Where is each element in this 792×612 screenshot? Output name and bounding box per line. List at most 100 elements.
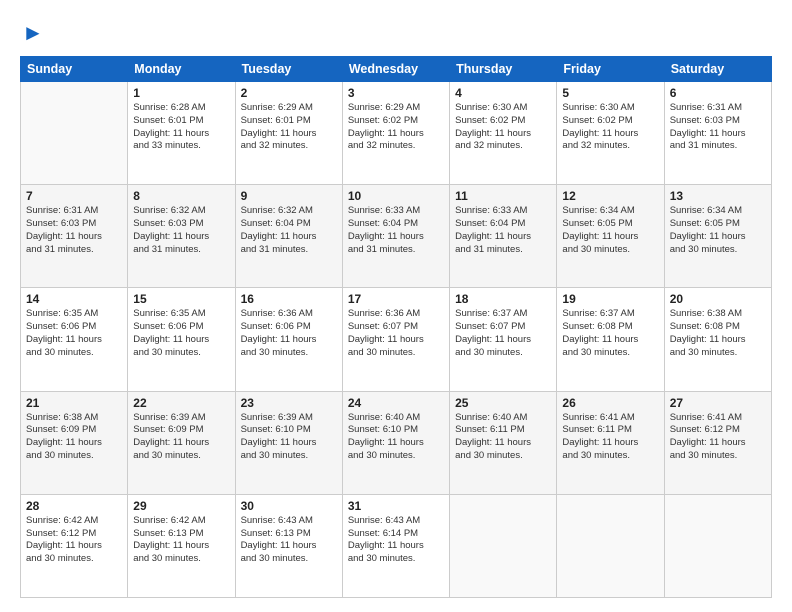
- calendar-table: SundayMondayTuesdayWednesdayThursdayFrid…: [20, 56, 772, 598]
- day-number: 22: [133, 396, 229, 410]
- day-info: Sunrise: 6:30 AMSunset: 6:02 PMDaylight:…: [455, 102, 551, 153]
- day-info: Sunrise: 6:33 AMSunset: 6:04 PMDaylight:…: [348, 205, 444, 256]
- day-info: Sunrise: 6:31 AMSunset: 6:03 PMDaylight:…: [26, 205, 122, 256]
- calendar-cell: 10 Sunrise: 6:33 AMSunset: 6:04 PMDayligh…: [342, 185, 449, 288]
- calendar-week-row: 1 Sunrise: 6:28 AMSunset: 6:01 PMDaylight…: [21, 82, 772, 185]
- day-number: 29: [133, 499, 229, 513]
- calendar-week-row: 28 Sunrise: 6:42 AMSunset: 6:12 PMDayligh…: [21, 494, 772, 597]
- day-info: Sunrise: 6:32 AMSunset: 6:04 PMDaylight:…: [241, 205, 337, 256]
- day-number: 10: [348, 189, 444, 203]
- day-number: 28: [26, 499, 122, 513]
- calendar-cell: 21 Sunrise: 6:38 AMSunset: 6:09 PMDayligh…: [21, 391, 128, 494]
- day-header-monday: Monday: [128, 57, 235, 82]
- day-info: Sunrise: 6:38 AMSunset: 6:09 PMDaylight:…: [26, 412, 122, 463]
- day-header-sunday: Sunday: [21, 57, 128, 82]
- day-number: 17: [348, 292, 444, 306]
- day-info: Sunrise: 6:41 AMSunset: 6:11 PMDaylight:…: [562, 412, 658, 463]
- calendar-cell: [557, 494, 664, 597]
- day-number: 27: [670, 396, 766, 410]
- day-number: 8: [133, 189, 229, 203]
- day-number: 6: [670, 86, 766, 100]
- day-number: 18: [455, 292, 551, 306]
- day-number: 5: [562, 86, 658, 100]
- day-info: Sunrise: 6:35 AMSunset: 6:06 PMDaylight:…: [26, 308, 122, 359]
- calendar-cell: [664, 494, 771, 597]
- calendar-cell: 5 Sunrise: 6:30 AMSunset: 6:02 PMDaylight…: [557, 82, 664, 185]
- calendar-cell: 22 Sunrise: 6:39 AMSunset: 6:09 PMDayligh…: [128, 391, 235, 494]
- calendar-cell: 13 Sunrise: 6:34 AMSunset: 6:05 PMDayligh…: [664, 185, 771, 288]
- day-info: Sunrise: 6:32 AMSunset: 6:03 PMDaylight:…: [133, 205, 229, 256]
- calendar-cell: 31Sunrise: 6:43 AMSunset: 6:14 PMDayligh…: [342, 494, 449, 597]
- day-info: Sunrise: 6:42 AMSunset: 6:12 PMDaylight:…: [26, 515, 122, 566]
- day-header-wednesday: Wednesday: [342, 57, 449, 82]
- day-info: Sunrise: 6:29 AMSunset: 6:01 PMDaylight:…: [241, 102, 337, 153]
- day-number: 1: [133, 86, 229, 100]
- header: ►: [20, 18, 772, 46]
- day-number: 11: [455, 189, 551, 203]
- calendar-cell: 15Sunrise: 6:35 AMSunset: 6:06 PMDayligh…: [128, 288, 235, 391]
- day-info: Sunrise: 6:40 AMSunset: 6:11 PMDaylight:…: [455, 412, 551, 463]
- page: ► SundayMondayTuesdayWednesdayThursdayFr…: [0, 0, 792, 612]
- calendar-cell: 4 Sunrise: 6:30 AMSunset: 6:02 PMDaylight…: [450, 82, 557, 185]
- day-info: Sunrise: 6:36 AMSunset: 6:07 PMDaylight:…: [348, 308, 444, 359]
- day-number: 15: [133, 292, 229, 306]
- day-number: 19: [562, 292, 658, 306]
- day-info: Sunrise: 6:37 AMSunset: 6:08 PMDaylight:…: [562, 308, 658, 359]
- day-info: Sunrise: 6:34 AMSunset: 6:05 PMDaylight:…: [670, 205, 766, 256]
- calendar-cell: 18Sunrise: 6:37 AMSunset: 6:07 PMDayligh…: [450, 288, 557, 391]
- calendar-cell: 14 Sunrise: 6:35 AMSunset: 6:06 PMDayligh…: [21, 288, 128, 391]
- day-number: 23: [241, 396, 337, 410]
- day-number: 7: [26, 189, 122, 203]
- day-header-saturday: Saturday: [664, 57, 771, 82]
- calendar-cell: 27 Sunrise: 6:41 AMSunset: 6:12 PMDayligh…: [664, 391, 771, 494]
- calendar-cell: 26 Sunrise: 6:41 AMSunset: 6:11 PMDayligh…: [557, 391, 664, 494]
- day-number: 26: [562, 396, 658, 410]
- calendar-cell: 16Sunrise: 6:36 AMSunset: 6:06 PMDayligh…: [235, 288, 342, 391]
- day-header-thursday: Thursday: [450, 57, 557, 82]
- day-info: Sunrise: 6:28 AMSunset: 6:01 PMDaylight:…: [133, 102, 229, 153]
- calendar-week-row: 7 Sunrise: 6:31 AMSunset: 6:03 PMDaylight…: [21, 185, 772, 288]
- day-info: Sunrise: 6:43 AMSunset: 6:14 PMDaylight:…: [348, 515, 444, 566]
- calendar-cell: 12 Sunrise: 6:34 AMSunset: 6:05 PMDayligh…: [557, 185, 664, 288]
- day-header-friday: Friday: [557, 57, 664, 82]
- day-number: 13: [670, 189, 766, 203]
- day-info: Sunrise: 6:43 AMSunset: 6:13 PMDaylight:…: [241, 515, 337, 566]
- day-info: Sunrise: 6:40 AMSunset: 6:10 PMDaylight:…: [348, 412, 444, 463]
- day-info: Sunrise: 6:30 AMSunset: 6:02 PMDaylight:…: [562, 102, 658, 153]
- day-header-tuesday: Tuesday: [235, 57, 342, 82]
- calendar-cell: 9 Sunrise: 6:32 AMSunset: 6:04 PMDaylight…: [235, 185, 342, 288]
- day-info: Sunrise: 6:42 AMSunset: 6:13 PMDaylight:…: [133, 515, 229, 566]
- calendar-cell: 2 Sunrise: 6:29 AMSunset: 6:01 PMDaylight…: [235, 82, 342, 185]
- day-number: 14: [26, 292, 122, 306]
- calendar-cell: 8 Sunrise: 6:32 AMSunset: 6:03 PMDaylight…: [128, 185, 235, 288]
- logo: ►: [20, 18, 44, 46]
- day-number: 2: [241, 86, 337, 100]
- day-number: 12: [562, 189, 658, 203]
- day-info: Sunrise: 6:31 AMSunset: 6:03 PMDaylight:…: [670, 102, 766, 153]
- calendar-cell: 3 Sunrise: 6:29 AMSunset: 6:02 PMDaylight…: [342, 82, 449, 185]
- calendar-cell: [21, 82, 128, 185]
- day-number: 9: [241, 189, 337, 203]
- calendar-cell: 25Sunrise: 6:40 AMSunset: 6:11 PMDayligh…: [450, 391, 557, 494]
- calendar-cell: 30Sunrise: 6:43 AMSunset: 6:13 PMDayligh…: [235, 494, 342, 597]
- calendar-week-row: 14 Sunrise: 6:35 AMSunset: 6:06 PMDayligh…: [21, 288, 772, 391]
- day-number: 24: [348, 396, 444, 410]
- day-info: Sunrise: 6:38 AMSunset: 6:08 PMDaylight:…: [670, 308, 766, 359]
- day-number: 4: [455, 86, 551, 100]
- logo-arrow-icon: ►: [22, 20, 44, 46]
- calendar-cell: [450, 494, 557, 597]
- day-number: 3: [348, 86, 444, 100]
- day-number: 21: [26, 396, 122, 410]
- calendar-cell: 29 Sunrise: 6:42 AMSunset: 6:13 PMDayligh…: [128, 494, 235, 597]
- day-info: Sunrise: 6:39 AMSunset: 6:09 PMDaylight:…: [133, 412, 229, 463]
- day-info: Sunrise: 6:34 AMSunset: 6:05 PMDaylight:…: [562, 205, 658, 256]
- calendar-cell: 23Sunrise: 6:39 AMSunset: 6:10 PMDayligh…: [235, 391, 342, 494]
- calendar-cell: 1 Sunrise: 6:28 AMSunset: 6:01 PMDaylight…: [128, 82, 235, 185]
- calendar-cell: 28 Sunrise: 6:42 AMSunset: 6:12 PMDayligh…: [21, 494, 128, 597]
- calendar-week-row: 21 Sunrise: 6:38 AMSunset: 6:09 PMDayligh…: [21, 391, 772, 494]
- day-info: Sunrise: 6:41 AMSunset: 6:12 PMDaylight:…: [670, 412, 766, 463]
- calendar-header-row: SundayMondayTuesdayWednesdayThursdayFrid…: [21, 57, 772, 82]
- calendar-cell: 6 Sunrise: 6:31 AMSunset: 6:03 PMDaylight…: [664, 82, 771, 185]
- calendar-cell: 24 Sunrise: 6:40 AMSunset: 6:10 PMDayligh…: [342, 391, 449, 494]
- day-info: Sunrise: 6:29 AMSunset: 6:02 PMDaylight:…: [348, 102, 444, 153]
